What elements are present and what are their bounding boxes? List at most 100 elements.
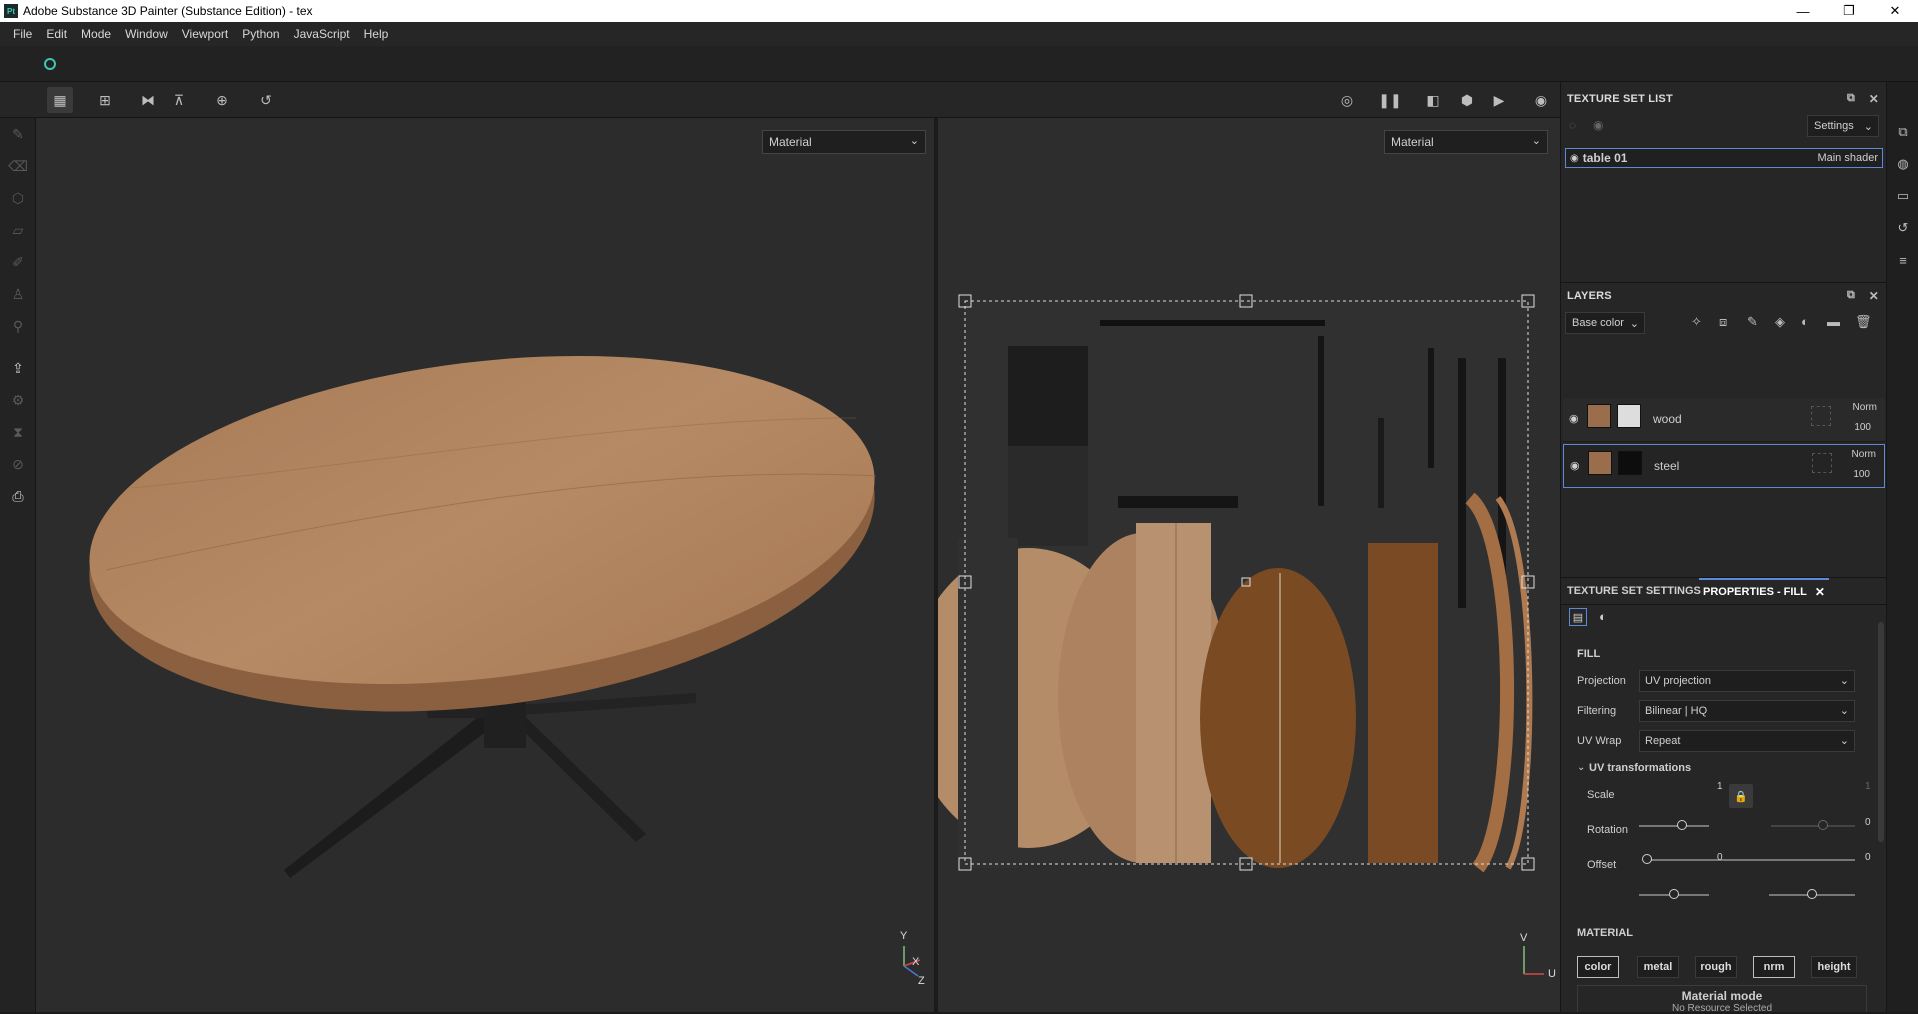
rotation-slider-knob[interactable] — [1642, 854, 1652, 864]
viewport-2d[interactable]: Material ⌄ V U — [938, 118, 1560, 1012]
minimize-button[interactable]: — — [1780, 0, 1826, 22]
layer-mask-thumbnail[interactable] — [1618, 451, 1642, 475]
uv-grid-icon[interactable]: ▦ — [47, 87, 73, 113]
add-folder-icon[interactable]: ▬ — [1827, 314, 1840, 329]
shader-settings-icon[interactable]: ◍ — [1895, 156, 1911, 172]
properties-scrollbar[interactable] — [1878, 622, 1884, 842]
uv-transformations-header[interactable]: UV transformations — [1589, 762, 1691, 774]
log-icon[interactable]: ≡ — [1895, 252, 1911, 268]
screenshot-icon[interactable]: ◉ — [1528, 87, 1554, 113]
uvwrap-select[interactable]: Repeat ⌄ — [1639, 730, 1855, 752]
texture-set-item[interactable]: ◉ table 01 Main shader — [1565, 148, 1883, 168]
delete-layer-icon[interactable]: 🗑 — [1855, 314, 1872, 330]
plugin-status-icon[interactable] — [44, 58, 56, 70]
scale-slider-knob[interactable] — [1677, 820, 1688, 830]
export-icon[interactable]: ⎙ — [8, 486, 28, 506]
texture-set-shader[interactable]: Main shader — [1817, 152, 1878, 164]
tab-texture-set-settings[interactable]: TEXTURE SET SETTINGS — [1567, 578, 1701, 604]
menu-javascript[interactable]: JavaScript — [287, 27, 357, 41]
add-fill-layer-icon[interactable]: ◈ — [1775, 314, 1785, 330]
layer-name[interactable]: steel — [1654, 459, 1679, 473]
hide-icon[interactable]: ◌ — [1569, 118, 1576, 132]
filtering-select[interactable]: Bilinear | HQ ⌄ — [1639, 700, 1855, 722]
close-tab-icon[interactable]: ✕ — [1815, 585, 1825, 599]
close-panel-icon[interactable]: ✕ — [1869, 289, 1879, 303]
layer-fill-thumbnail[interactable] — [1587, 404, 1611, 428]
add-mask-icon[interactable]: ⧈ — [1719, 314, 1727, 330]
projection-icon[interactable]: ⬡ — [8, 188, 28, 208]
uv-tool-icon[interactable]: ⊘ — [8, 454, 28, 474]
transform-icon[interactable]: ⇪ — [8, 358, 28, 378]
layer-name[interactable]: wood — [1653, 412, 1682, 426]
layer-mask-thumbnail[interactable] — [1617, 404, 1641, 428]
float-panel-icon[interactable]: ⧉ — [1847, 289, 1855, 302]
menu-file[interactable]: File — [6, 27, 39, 41]
timeline-icon[interactable]: ⧗ — [8, 422, 28, 442]
close-panel-icon[interactable]: ✕ — [1869, 92, 1879, 106]
split-view-icon[interactable]: ◧ — [1420, 87, 1446, 113]
channel-select[interactable]: Base color ⌄ — [1565, 312, 1645, 334]
material-mode-box[interactable]: Material mode No Resource Selected — [1577, 985, 1867, 1014]
symmetry-icon[interactable]: ⧓ — [135, 87, 161, 113]
layer-blend-mode[interactable]: Norm — [1852, 449, 1876, 460]
menu-edit[interactable]: Edit — [39, 27, 74, 41]
menu-python[interactable]: Python — [235, 27, 286, 41]
add-effect-icon[interactable]: ✧ — [1691, 314, 1702, 330]
offset-u-slider-knob[interactable] — [1669, 889, 1679, 899]
lock-icon[interactable]: 🔒 — [1729, 784, 1753, 808]
picker-icon[interactable]: ⚲ — [8, 316, 28, 336]
float-panel-icon[interactable]: ⧉ — [1847, 92, 1855, 105]
eraser-icon[interactable]: ⌫ — [8, 156, 28, 176]
add-paint-layer-icon[interactable]: ✎ — [1747, 314, 1758, 330]
polygon-fill-icon[interactable]: ▱ — [8, 220, 28, 240]
texture-set-settings-button[interactable]: Settings ⌄ — [1807, 115, 1879, 137]
fill-properties-icon[interactable]: ▤ — [1569, 608, 1587, 626]
material-nrm-button[interactable]: nrm — [1753, 956, 1795, 978]
chevron-down-icon[interactable]: ⌄ — [1577, 762, 1585, 773]
offset-v-slider-knob[interactable] — [1807, 889, 1817, 899]
tab-properties-fill[interactable]: PROPERTIES - FILL ✕ — [1699, 578, 1829, 604]
viewport-3d[interactable]: Material ⌄ Y X Z — [36, 118, 936, 1012]
menu-window[interactable]: Window — [118, 27, 175, 41]
layer-opacity[interactable]: 100 — [1854, 422, 1871, 433]
camera-icon[interactable]: ▶ — [1486, 87, 1512, 113]
layer-row[interactable]: ◉ wood Norm 100 — [1563, 398, 1885, 442]
visibility-eye-icon[interactable]: ◉ — [1570, 153, 1579, 164]
cube-view-icon[interactable]: ⬢ — [1454, 87, 1480, 113]
close-button[interactable]: ✕ — [1872, 0, 1918, 22]
scale-slider[interactable] — [1639, 825, 1709, 827]
layer-opacity[interactable]: 100 — [1853, 469, 1870, 480]
align-icon[interactable]: ⊼ — [166, 87, 192, 113]
material-metal-button[interactable]: metal — [1637, 956, 1679, 978]
material-height-button[interactable]: height — [1811, 956, 1857, 978]
material-color-button[interactable]: color — [1577, 956, 1619, 978]
hide-ui-icon[interactable]: ◎ — [1334, 87, 1360, 113]
material-sphere-icon[interactable]: ◐ — [1599, 609, 1607, 624]
rotation-slider[interactable] — [1647, 859, 1855, 861]
projection-select[interactable]: UV projection ⌄ — [1639, 670, 1855, 692]
smudge-icon[interactable]: ✐ — [8, 252, 28, 272]
assets-icon[interactable]: ▭ — [1895, 188, 1911, 204]
maximize-button[interactable]: ❐ — [1826, 0, 1872, 22]
paint-brush-icon[interactable]: ✎ — [8, 124, 28, 144]
menu-help[interactable]: Help — [357, 27, 396, 41]
add-smart-material-icon[interactable]: ◐ — [1801, 314, 1809, 329]
pause-icon[interactable]: ❚❚ — [1377, 87, 1403, 113]
eye-icon[interactable]: ◉ — [1593, 118, 1603, 132]
display-settings-icon[interactable]: ⧉ — [1895, 124, 1911, 140]
right-icon-rail: ⧉ ◍ ▭ ↺ ≡ — [1886, 82, 1918, 1012]
layer-row[interactable]: ◉ steel Norm 100 — [1563, 444, 1885, 488]
material-rough-button[interactable]: rough — [1695, 956, 1737, 978]
history-icon[interactable]: ↺ — [253, 87, 279, 113]
history-icon[interactable]: ↺ — [1895, 220, 1911, 236]
menu-viewport[interactable]: Viewport — [175, 27, 235, 41]
menu-mode[interactable]: Mode — [74, 27, 118, 41]
clone-stamp-icon[interactable]: ♙ — [8, 284, 28, 304]
layer-blend-mode[interactable]: Norm — [1853, 402, 1877, 413]
grid-icon[interactable]: ⊞ — [92, 87, 118, 113]
layer-fill-thumbnail[interactable] — [1588, 451, 1612, 475]
add-icon[interactable]: ⊕ — [209, 87, 235, 113]
bake-icon[interactable]: ⚙ — [8, 390, 28, 410]
layer-visibility-icon[interactable]: ◉ — [1569, 412, 1579, 425]
layer-visibility-icon[interactable]: ◉ — [1570, 459, 1580, 472]
